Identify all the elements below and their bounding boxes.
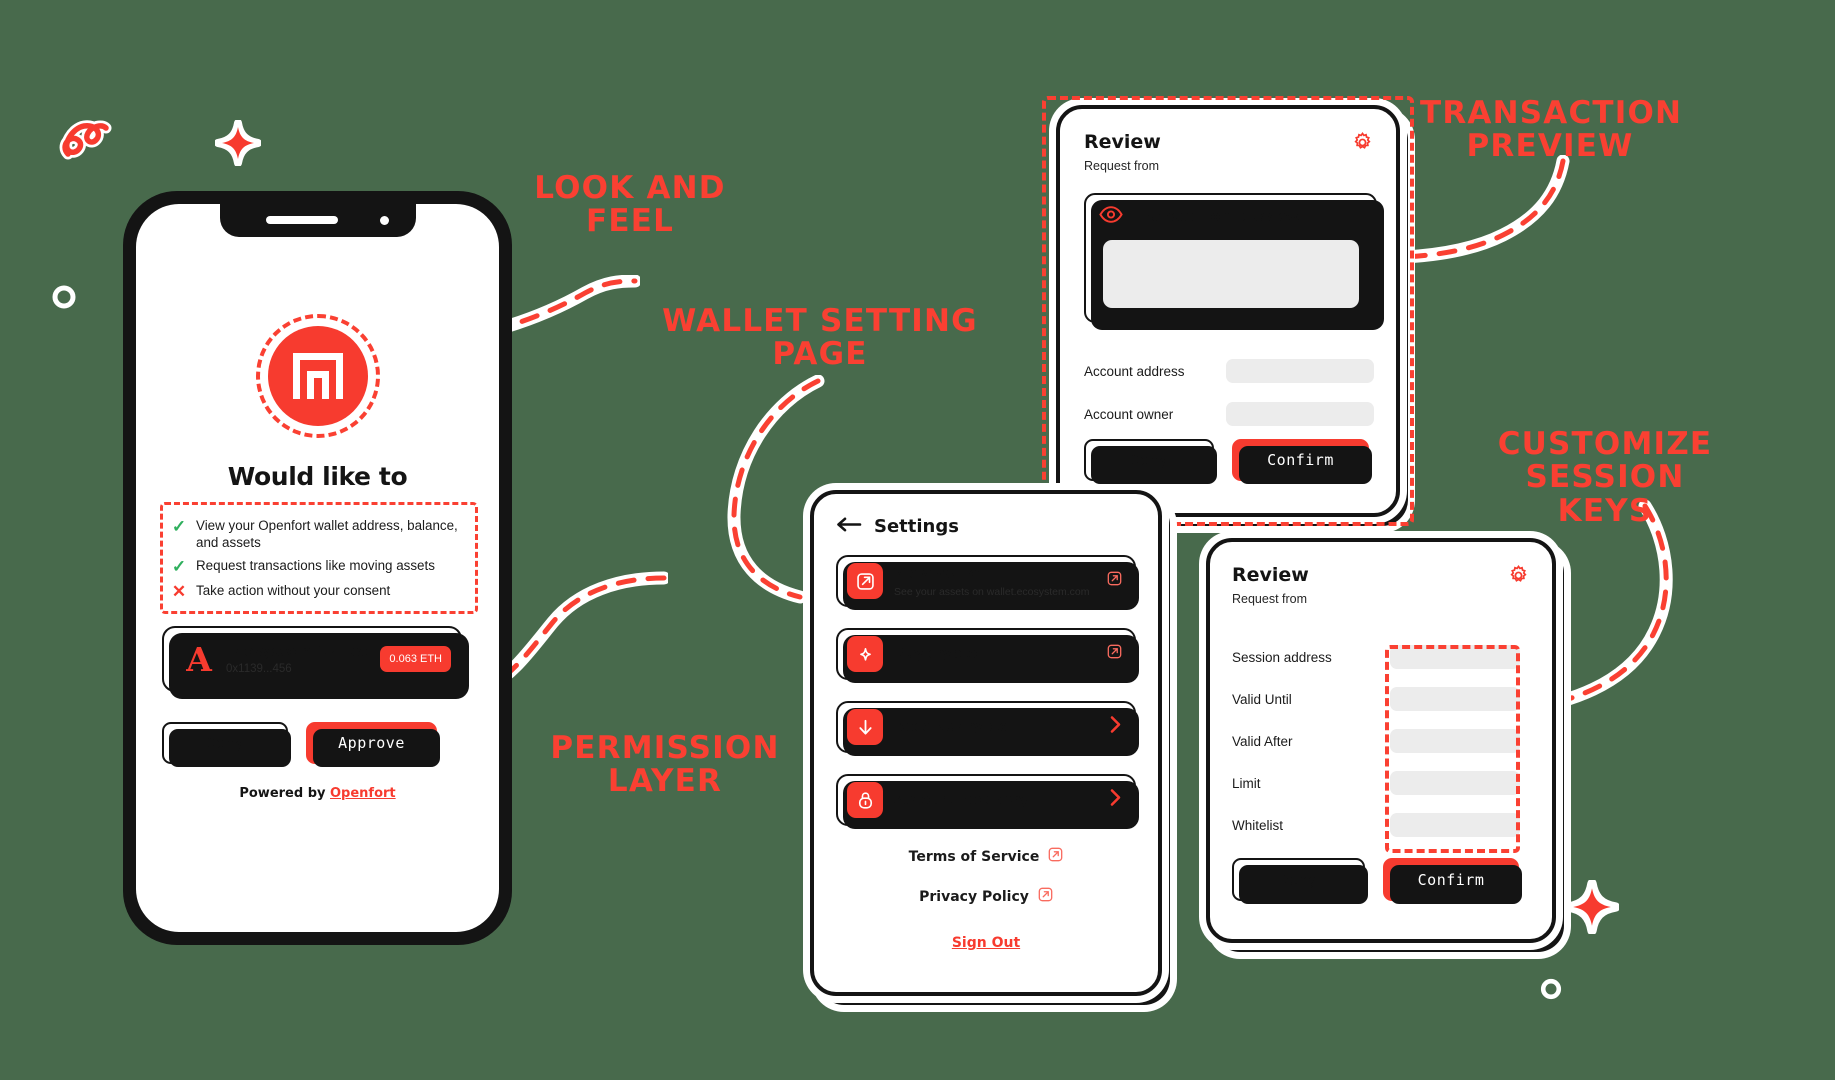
eye-icon [1099, 206, 1123, 228]
review-header: Review Request from [1210, 542, 1552, 606]
phone-action-row: Deny Approve [162, 722, 440, 767]
deny-button[interactable]: Deny [1232, 858, 1368, 904]
openfort-link[interactable]: Openfort [330, 786, 396, 801]
dot-doodle [52, 285, 76, 309]
phone-screen: Would like to ✓ View your Openfort walle… [136, 204, 499, 932]
arrow-down-icon [847, 709, 883, 745]
camera-icon [379, 216, 389, 225]
annotation-customize-session-keys: Customize session keys [1497, 426, 1713, 529]
privacy-policy-label[interactable]: Privacy Policy [919, 889, 1029, 905]
transaction-preview-body [1103, 240, 1359, 308]
field-key: Session address [1232, 649, 1332, 665]
wallet-address: 0x1139...456 [226, 662, 292, 675]
permission-item: ✓ Request transactions like moving asset… [171, 557, 469, 576]
field-key: Valid After [1232, 733, 1293, 749]
privacy-policy-row[interactable]: Privacy Policy [814, 887, 1158, 907]
external-link-icon[interactable] [1107, 571, 1122, 591]
page-title: Would like to [227, 462, 408, 491]
confirm-button[interactable]: Confirm [1232, 439, 1372, 484]
settings-footer-links: Terms of Service Privacy Policy Sign Out [814, 847, 1158, 952]
transaction-preview-header: Transaction preview [1086, 195, 1375, 228]
settings-item-label: Buy crypto [894, 646, 978, 662]
terms-of-service-row[interactable]: Terms of Service [814, 847, 1158, 867]
settings-item-text: View Wallet See your assets on wallet.ec… [894, 565, 1107, 598]
arrow-left-icon[interactable] [836, 517, 862, 537]
phone-mockup: Would like to ✓ View your Openfort walle… [125, 193, 510, 943]
transaction-preview-label: Transaction preview [1136, 209, 1301, 225]
settings-item-text: Receive crypto [894, 718, 1109, 736]
settings-header: Settings [814, 494, 1158, 537]
settings-item-account-recovery[interactable]: Account recovery [836, 774, 1139, 829]
settings-item-text: Account recovery [894, 791, 1109, 809]
annotation-wallet-setting-page: Wallet setting page [662, 303, 978, 373]
permission-item: ✓ View your Openfort wallet address, bal… [171, 517, 469, 551]
powered-by: Powered by Openfort [136, 786, 499, 801]
session-keys-highlight [1385, 645, 1520, 853]
sparkle-doodle [1565, 880, 1619, 934]
transaction-preview-panel: Transaction preview [1084, 193, 1384, 330]
annotation-look-and-feel: Look and feel [534, 170, 726, 240]
deny-button[interactable]: Deny [1084, 439, 1217, 484]
poster-canvas: Look and feel Wallet setting page Permis… [0, 0, 1835, 1080]
field-key: Limit [1232, 775, 1261, 791]
chevron-right-icon[interactable] [1109, 715, 1122, 739]
review-action-row: Deny Confirm [1232, 858, 1522, 904]
field-key: Whitelist [1232, 817, 1284, 833]
annotation-permission-layer: Permission layer [550, 730, 780, 800]
sign-out-link[interactable]: Sign Out [952, 935, 1020, 951]
settings-item-view-wallet[interactable]: View Wallet See your assets on wallet.ec… [836, 555, 1139, 610]
app-logo [255, 314, 380, 438]
deny-button[interactable]: Deny [162, 722, 291, 767]
settings-item-label: Receive crypto [894, 719, 1009, 735]
confirm-button[interactable]: Confirm [1383, 858, 1522, 904]
plus-icon [847, 636, 883, 672]
permission-label: View your Openfort wallet address, balan… [196, 518, 458, 550]
settings-title: Settings [874, 516, 959, 537]
settings-item-description: See your assets on wallet.ecosystem.com [894, 585, 1090, 598]
external-link-icon[interactable] [1038, 887, 1053, 907]
settings-item-buy-crypto[interactable]: Buy crypto [836, 628, 1139, 683]
settings-item-receive-crypto[interactable]: Receive crypto [836, 701, 1139, 756]
wallet-card[interactable]: A Ecosystem Wallet 0x1139...456 0.063 ET… [162, 626, 469, 699]
lock-icon [847, 782, 883, 818]
settings-card: Settings View Wallet See your assets on … [810, 490, 1162, 996]
annotation-transaction-preview: Transaction preview [1420, 95, 1683, 165]
squiggle-doodle [59, 120, 112, 160]
sparkle-doodle [215, 120, 261, 166]
gear-icon[interactable] [1507, 564, 1530, 592]
permission-label: Take action without your consent [196, 583, 391, 598]
check-icon: ✓ [171, 557, 187, 576]
connector-transaction-preview [1398, 155, 1570, 264]
settings-item-text: Buy crypto [894, 645, 1107, 663]
check-icon: ✓ [171, 517, 187, 536]
dot-doodle [1540, 978, 1562, 1000]
wallet-meta: Ecosystem Wallet 0x1139...456 [226, 644, 380, 675]
phone-notch [219, 204, 416, 237]
wallet-balance-badge: 0.063 ETH [380, 646, 451, 672]
speaker-icon [265, 216, 338, 224]
powered-by-label: Powered by [239, 786, 330, 801]
permission-item: ✕ Take action without your consent [171, 582, 469, 601]
external-link-square-icon [847, 563, 883, 599]
settings-item-label: View Wallet [894, 565, 985, 582]
avatar: A [186, 639, 212, 679]
external-link-icon[interactable] [1107, 644, 1122, 664]
settings-item-label: Account recovery [894, 792, 1029, 808]
wallet-name: Ecosystem Wallet [226, 643, 367, 660]
permission-label: Request transactions like moving assets [196, 558, 435, 573]
review-title: Review [1232, 564, 1309, 586]
field-key: Valid Until [1232, 691, 1292, 707]
permission-list: ✓ View your Openfort wallet address, bal… [160, 502, 478, 614]
openfort-glyph-icon [292, 353, 343, 399]
chevron-right-icon[interactable] [1109, 788, 1122, 812]
terms-of-service-label[interactable]: Terms of Service [909, 849, 1040, 865]
external-link-icon[interactable] [1048, 847, 1063, 867]
review-subtitle: Request from [1232, 592, 1308, 606]
openfort-logo-icon [267, 326, 368, 426]
approve-button[interactable]: Approve [306, 722, 440, 767]
cross-icon: ✕ [171, 582, 187, 601]
